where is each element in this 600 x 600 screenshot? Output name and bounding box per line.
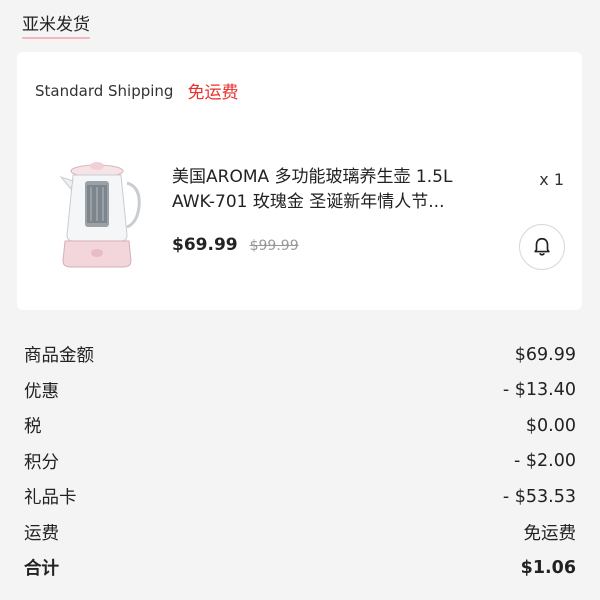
- summary-row-gift-card: 礼品卡 - $53.53: [24, 479, 576, 515]
- summary-value: - $53.53: [502, 486, 576, 507]
- shipping-row: Standard Shipping 免运费: [35, 78, 239, 104]
- product-quantity: x 1: [539, 170, 564, 189]
- total-label: 合计: [24, 559, 59, 580]
- summary-label: 优惠: [24, 381, 59, 402]
- summary-label: 税: [24, 417, 42, 438]
- summary-row-discount: 优惠 - $13.40: [24, 373, 576, 409]
- summary-row-total: 合计 $1.06: [24, 550, 576, 586]
- summary-label: 商品金额: [24, 346, 94, 367]
- order-summary: 商品金额 $69.99 优惠 - $13.40 税 $0.00 积分 - $2.…: [24, 337, 576, 586]
- summary-label: 积分: [24, 452, 59, 473]
- summary-value: 免运费: [523, 523, 577, 544]
- summary-value: - $2.00: [514, 451, 576, 472]
- bell-icon: [534, 237, 550, 256]
- summary-value: $0.00: [525, 415, 576, 436]
- summary-label: 礼品卡: [24, 488, 77, 509]
- free-shipping-label: 免运费: [187, 83, 239, 103]
- notify-button[interactable]: [519, 224, 565, 270]
- summary-row-shipping: 运费 免运费: [24, 515, 576, 551]
- total-value: $1.06: [520, 557, 576, 578]
- glass-kettle-icon: [59, 162, 141, 268]
- seller-name: 亚米发货: [22, 14, 90, 39]
- summary-value: $69.99: [514, 344, 576, 365]
- price-block: $69.99 $99.99: [172, 235, 299, 255]
- summary-label: 运费: [24, 523, 59, 544]
- summary-row-tax: 税 $0.00: [24, 408, 576, 444]
- product-price: $69.99: [172, 235, 238, 255]
- product-image[interactable]: [47, 157, 147, 272]
- original-price: $99.99: [249, 238, 299, 254]
- product-title[interactable]: 美国AROMA 多功能玻璃养生壶 1.5L AWK-701 玫瑰金 圣诞新年情人…: [172, 165, 502, 215]
- order-card: Standard Shipping 免运费 美国AROMA 多功能玻璃养生壶 1…: [17, 52, 582, 310]
- shipping-method: Standard Shipping: [35, 81, 174, 100]
- summary-row-points: 积分 - $2.00: [24, 444, 576, 480]
- summary-value: - $13.40: [502, 380, 576, 401]
- product-title-line2: AWK-701 玫瑰金 圣诞新年情人节...: [172, 192, 445, 212]
- summary-row-subtotal: 商品金额 $69.99: [24, 337, 576, 373]
- product-title-line1: 美国AROMA 多功能玻璃养生壶 1.5L: [172, 167, 453, 187]
